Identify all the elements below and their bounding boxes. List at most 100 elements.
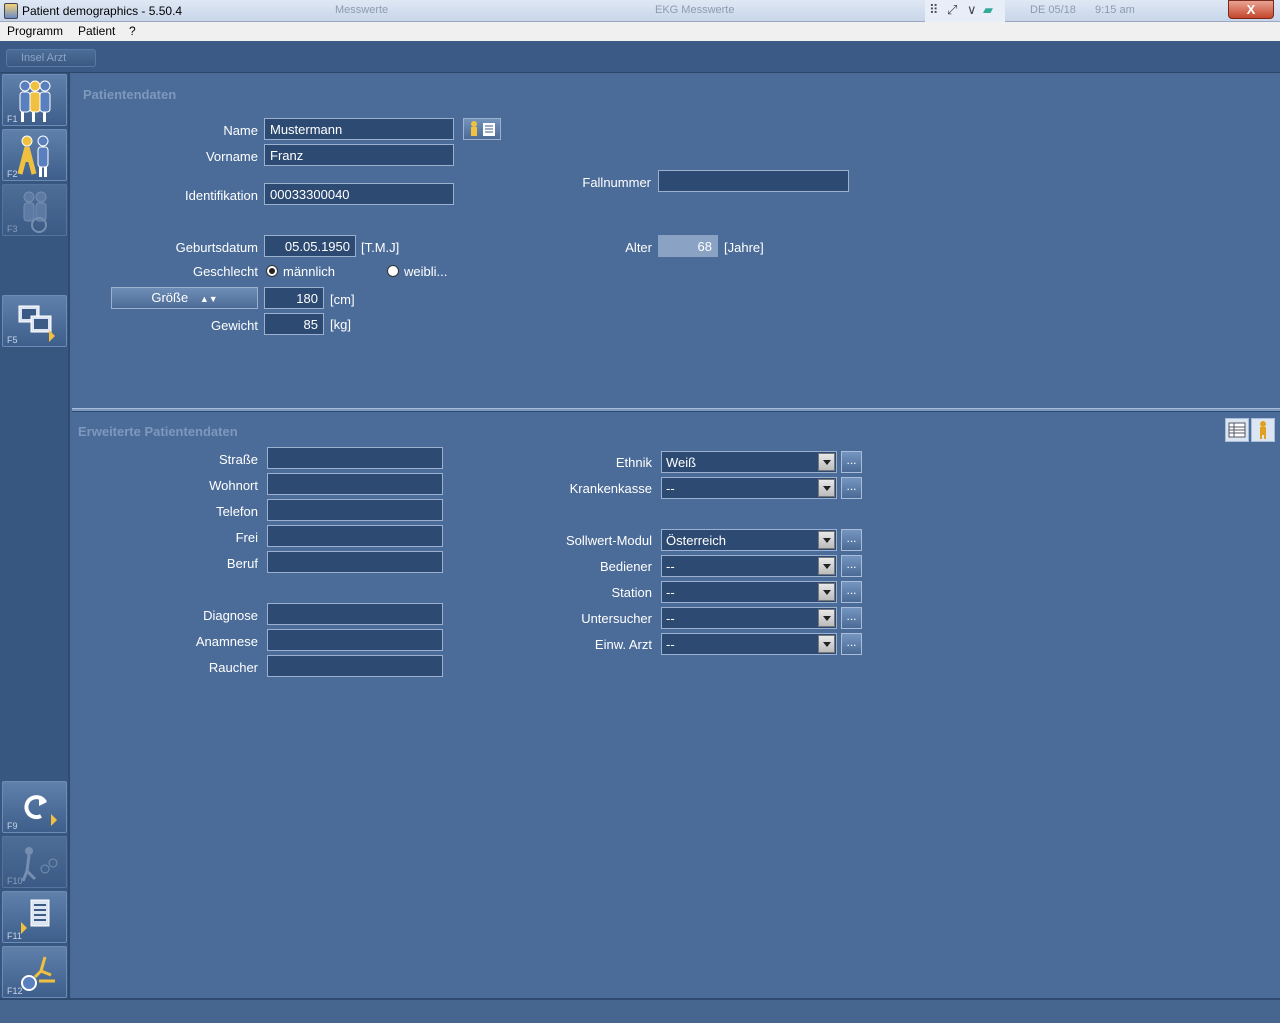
grid-icon[interactable]: ⠿ (929, 2, 939, 18)
insurance-select[interactable]: -- (661, 477, 837, 499)
female-radio[interactable] (387, 265, 399, 277)
street-field[interactable] (267, 447, 443, 469)
fkey-label: F9 (7, 821, 18, 831)
examiner-select[interactable]: -- (661, 607, 837, 629)
chevron-down-icon[interactable] (818, 531, 835, 549)
app-icon (4, 3, 18, 19)
referring-doctor-value: -- (666, 637, 675, 652)
size-toggle-button[interactable]: Größe ▲▼ (111, 287, 258, 309)
home-exit-button[interactable]: F12 (2, 946, 67, 998)
patient-seated-button[interactable]: F3 (2, 184, 67, 236)
left-toolbar: F1 F2 F3 F5 F9 F10 F11 F12 (0, 73, 70, 1000)
tab-strip: Insel Arzt (0, 41, 1280, 73)
chevron-down-icon[interactable]: ∨ (967, 2, 977, 18)
female-label: weibli... (404, 264, 448, 279)
insurance-browse-button[interactable]: ... (841, 477, 862, 499)
age-unit: [Jahre] (724, 240, 764, 255)
operator-value: -- (666, 559, 675, 574)
operator-label: Bediener (599, 559, 652, 574)
free-label: Frei (235, 530, 258, 545)
age-field: 68 (658, 235, 718, 257)
patient-lookup-button[interactable] (463, 118, 501, 140)
fkey-label: F11 (7, 931, 22, 941)
height-field[interactable]: 180 (264, 287, 324, 309)
chevron-down-icon[interactable] (818, 453, 835, 471)
patient-walk-button[interactable]: F2 (2, 129, 67, 181)
tab-blurred[interactable]: Insel Arzt (6, 49, 96, 67)
referring-doctor-browse-button[interactable]: ... (841, 633, 862, 655)
ward-browse-button[interactable]: ... (841, 581, 862, 603)
phone-field[interactable] (267, 499, 443, 521)
exercise-button[interactable]: F10 (2, 836, 67, 888)
referring-doctor-select[interactable]: -- (661, 633, 837, 655)
title-bar: Patient demographics - 5.50.4 Messwerte … (0, 0, 1280, 22)
male-radio[interactable] (266, 265, 278, 277)
anamnesis-field[interactable] (267, 629, 443, 651)
city-field[interactable] (267, 473, 443, 495)
undo-button[interactable]: F9 (2, 781, 67, 833)
chat-icon[interactable]: ▰ (983, 2, 993, 18)
gender-label: Geschlecht (192, 264, 258, 279)
person-view-button[interactable] (1251, 418, 1275, 442)
reference-module-value: Österreich (666, 533, 726, 548)
male-label: männlich (283, 264, 336, 279)
smoker-field[interactable] (267, 655, 443, 677)
menu-help[interactable]: ? (129, 24, 136, 38)
name-field[interactable]: Mustermann (264, 118, 454, 140)
chevron-down-icon[interactable] (818, 583, 835, 601)
reference-module-label: Sollwert-Modul (566, 533, 652, 548)
reference-module-select[interactable]: Österreich (661, 529, 837, 551)
background-tab-title: DE 05/18 (1030, 4, 1076, 16)
ethnicity-browse-button[interactable]: ... (841, 451, 862, 473)
operator-browse-button[interactable]: ... (841, 555, 862, 577)
reference-module-browse-button[interactable]: ... (841, 529, 862, 551)
data-transfer-button[interactable]: F5 (2, 295, 67, 347)
tray-area: ⠿ ⤢ ∨ ▰ (925, 0, 1005, 22)
fallnummer-field[interactable] (658, 170, 849, 192)
chevron-down-icon[interactable] (818, 479, 835, 497)
ward-select[interactable]: -- (661, 581, 837, 603)
menu-patient[interactable]: Patient (78, 24, 115, 38)
weight-field[interactable]: 85 (264, 313, 324, 335)
fullscreen-icon[interactable]: ⤢ (947, 2, 957, 18)
patient-list-button[interactable]: F1 (2, 74, 67, 126)
chevron-down-icon[interactable] (818, 557, 835, 575)
background-tab-title: Messwerte (335, 4, 389, 16)
extended-data-panel (72, 412, 1280, 998)
examiner-label: Untersucher (581, 611, 652, 626)
vorname-field[interactable]: Franz (264, 144, 454, 166)
fkey-label: F3 (7, 224, 18, 234)
fallnummer-label: Fallnummer (582, 175, 651, 190)
menu-programm[interactable]: Programm (7, 24, 63, 38)
occupation-label: Beruf (226, 556, 258, 571)
insurance-label: Krankenkasse (569, 481, 652, 496)
occupation-field[interactable] (267, 551, 443, 573)
fkey-label: F10 (7, 876, 23, 886)
ethnicity-select[interactable]: Weiß (661, 451, 837, 473)
chevron-down-icon[interactable] (818, 609, 835, 627)
fkey-label: F5 (7, 335, 18, 345)
identification-label: Identifikation (185, 188, 258, 203)
table-view-button[interactable] (1225, 418, 1249, 442)
size-toggle-label: Größe (151, 290, 189, 305)
patient-seated-icon (23, 191, 47, 233)
operator-select[interactable]: -- (661, 555, 837, 577)
birthdate-label: Geburtsdatum (175, 240, 258, 255)
birthdate-unit: [T.M.J] (361, 240, 400, 255)
sort-updown-icon: ▲▼ (199, 294, 218, 304)
list-export-button[interactable]: F11 (2, 891, 67, 943)
identification-field[interactable]: 00033300040 (264, 183, 454, 205)
status-bar (0, 998, 1280, 1023)
fkey-label: F2 (7, 169, 18, 179)
weight-label: Gewicht (211, 318, 258, 333)
patient-list-icon (471, 121, 495, 136)
examiner-browse-button[interactable]: ... (841, 607, 862, 629)
monitor-transfer-icon (18, 305, 55, 342)
street-label: Straße (218, 452, 258, 467)
referring-doctor-label: Einw. Arzt (594, 637, 652, 652)
free-field[interactable] (267, 525, 443, 547)
chevron-down-icon[interactable] (818, 635, 835, 653)
birthdate-field[interactable]: 05.05.1950 (264, 235, 356, 257)
close-button[interactable]: X (1228, 0, 1274, 19)
diagnosis-field[interactable] (267, 603, 443, 625)
